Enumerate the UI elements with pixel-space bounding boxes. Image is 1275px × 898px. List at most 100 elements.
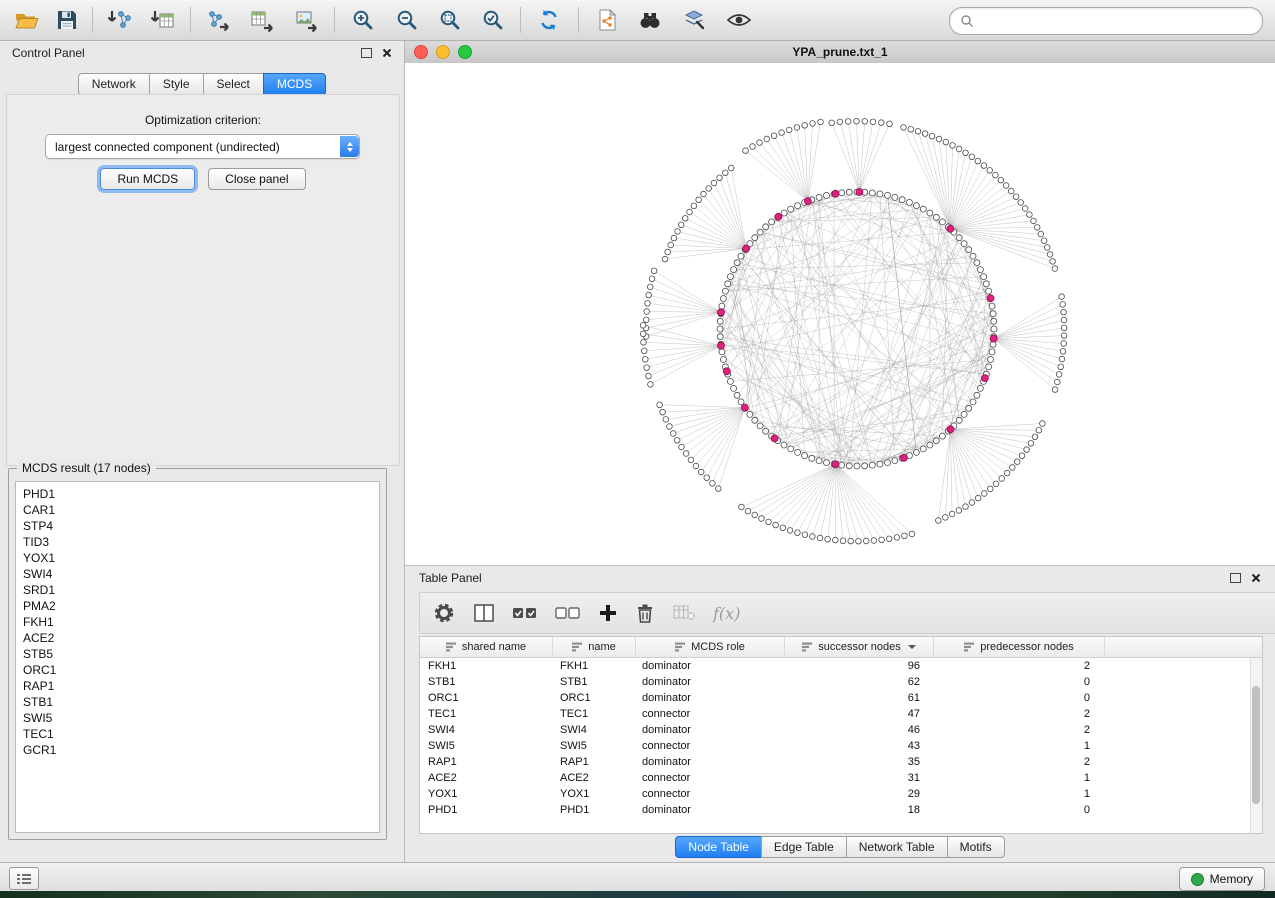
desktop-background bbox=[0, 891, 1275, 898]
tab-motifs[interactable]: Motifs bbox=[947, 836, 1005, 858]
open-folder-icon bbox=[14, 9, 40, 31]
column-header-mcds-role[interactable]: MCDS role bbox=[636, 637, 785, 657]
list-icon bbox=[16, 873, 32, 885]
table-row[interactable]: ORC1ORC1dominator610 bbox=[420, 690, 1262, 706]
delete-row-button[interactable] bbox=[635, 602, 655, 624]
show-columns-button[interactable] bbox=[473, 603, 495, 623]
close-panel-icon[interactable] bbox=[1251, 573, 1261, 583]
import-table-icon bbox=[150, 8, 176, 32]
search-network-button[interactable] bbox=[631, 4, 669, 36]
table-row[interactable]: RAP1RAP1dominator352 bbox=[420, 754, 1262, 770]
optimization-criterion-dropdown[interactable]: largest connected component (undirected) bbox=[45, 134, 360, 159]
mcds-result-item[interactable]: PMA2 bbox=[16, 598, 379, 614]
table-row[interactable]: STB1STB1dominator620 bbox=[420, 674, 1262, 690]
zoom-out-button[interactable] bbox=[388, 4, 426, 36]
tab-select[interactable]: Select bbox=[203, 73, 264, 96]
mcds-result-item[interactable]: STB1 bbox=[16, 694, 379, 710]
open-file-button[interactable] bbox=[8, 4, 46, 36]
deselect-all-button[interactable] bbox=[555, 604, 581, 622]
mcds-result-item[interactable]: SRD1 bbox=[16, 582, 379, 598]
refresh-button[interactable] bbox=[530, 4, 568, 36]
table-scrollbar[interactable] bbox=[1250, 658, 1262, 833]
mcds-result-item[interactable]: SWI4 bbox=[16, 566, 379, 582]
share-network-document-button[interactable] bbox=[588, 4, 626, 36]
tab-mcds[interactable]: MCDS bbox=[263, 73, 326, 96]
zoom-fit-button[interactable] bbox=[431, 4, 469, 36]
filter-edit-button[interactable] bbox=[676, 4, 714, 36]
mcds-result-item[interactable]: GCR1 bbox=[16, 742, 379, 758]
clear-table-button[interactable] bbox=[672, 603, 696, 623]
export-table-button[interactable] bbox=[244, 4, 282, 36]
mcds-result-item[interactable]: STB5 bbox=[16, 646, 379, 662]
function-builder-button[interactable]: f(x) bbox=[713, 604, 740, 623]
mcds-result-item[interactable]: RAP1 bbox=[16, 678, 379, 694]
table-toolbar: f(x) bbox=[419, 592, 1275, 634]
tab-edge-table[interactable]: Edge Table bbox=[761, 836, 847, 858]
table-cell: 96 bbox=[782, 658, 930, 674]
clear-table-icon bbox=[672, 603, 696, 623]
column-header-predecessor-nodes[interactable]: predecessor nodes bbox=[934, 637, 1105, 657]
mcds-result-item[interactable]: TID3 bbox=[16, 534, 379, 550]
mcds-result-item[interactable]: TEC1 bbox=[16, 726, 379, 742]
mcds-result-item[interactable]: YOX1 bbox=[16, 550, 379, 566]
chevron-down-icon[interactable] bbox=[908, 645, 916, 649]
tab-node-table[interactable]: Node Table bbox=[675, 836, 762, 858]
zoom-selected-button[interactable] bbox=[474, 4, 512, 36]
global-search[interactable] bbox=[949, 7, 1263, 35]
mcds-result-item[interactable]: CAR1 bbox=[16, 502, 379, 518]
toolbar-separator bbox=[92, 7, 93, 33]
control-panel-title: Control Panel bbox=[12, 46, 85, 60]
column-header-label: name bbox=[588, 641, 616, 653]
zoom-in-button[interactable] bbox=[344, 4, 382, 36]
tab-network-table[interactable]: Network Table bbox=[846, 836, 948, 858]
table-settings-button[interactable] bbox=[432, 601, 456, 625]
network-canvas[interactable] bbox=[405, 63, 1275, 565]
dropdown-stepper-icon[interactable] bbox=[340, 136, 359, 157]
table-row[interactable]: PHD1PHD1dominator180 bbox=[420, 802, 1262, 818]
table-cell: SWI4 bbox=[420, 722, 552, 738]
close-panel-button[interactable]: Close panel bbox=[208, 168, 305, 190]
gear-icon bbox=[432, 601, 456, 625]
mcds-result-item[interactable]: ORC1 bbox=[16, 662, 379, 678]
table-row[interactable]: SWI4SWI4dominator462 bbox=[420, 722, 1262, 738]
table-cell: dominator bbox=[634, 674, 782, 690]
zoom-selected-icon bbox=[481, 8, 505, 32]
table-cell: 35 bbox=[782, 754, 930, 770]
export-network-button[interactable] bbox=[200, 4, 238, 36]
show-hide-graphics-button[interactable] bbox=[720, 4, 758, 36]
sort-icon bbox=[675, 642, 686, 652]
import-table-button[interactable] bbox=[144, 4, 182, 36]
network-graph[interactable] bbox=[405, 63, 1275, 565]
mcds-result-item[interactable]: SWI5 bbox=[16, 710, 379, 726]
search-input[interactable] bbox=[980, 13, 1252, 29]
mcds-result-item[interactable]: STP4 bbox=[16, 518, 379, 534]
table-row[interactable]: SWI5SWI5connector431 bbox=[420, 738, 1262, 754]
table-row[interactable]: TEC1TEC1connector472 bbox=[420, 706, 1262, 722]
select-all-button[interactable] bbox=[512, 604, 538, 622]
column-header-successor-nodes[interactable]: successor nodes bbox=[785, 637, 934, 657]
memory-button[interactable]: Memory bbox=[1179, 867, 1265, 891]
mcds-result-item[interactable]: ACE2 bbox=[16, 630, 379, 646]
export-image-button[interactable] bbox=[288, 4, 326, 36]
add-row-button[interactable] bbox=[598, 603, 618, 623]
network-window-titlebar[interactable]: YPA_prune.txt_1 bbox=[405, 41, 1275, 64]
table-row[interactable]: YOX1YOX1connector291 bbox=[420, 786, 1262, 802]
import-network-button[interactable] bbox=[100, 4, 138, 36]
mcds-result-item[interactable]: PHD1 bbox=[16, 486, 379, 502]
tab-style[interactable]: Style bbox=[149, 73, 204, 96]
close-panel-icon[interactable] bbox=[382, 48, 392, 58]
column-header-name[interactable]: name bbox=[553, 637, 636, 657]
save-session-button[interactable] bbox=[48, 4, 86, 36]
zoom-in-icon bbox=[351, 8, 375, 32]
float-panel-icon[interactable] bbox=[361, 48, 372, 58]
float-panel-icon[interactable] bbox=[1230, 573, 1241, 583]
table-row[interactable]: ACE2ACE2connector311 bbox=[420, 770, 1262, 786]
mcds-result-item[interactable]: FKH1 bbox=[16, 614, 379, 630]
show-panels-button[interactable] bbox=[9, 867, 39, 890]
tab-network[interactable]: Network bbox=[78, 73, 150, 96]
run-mcds-button[interactable]: Run MCDS bbox=[100, 168, 195, 190]
table-row[interactable]: FKH1FKH1dominator962 bbox=[420, 658, 1262, 674]
mcds-result-list[interactable]: PHD1CAR1STP4TID3YOX1SWI4SRD1PMA2FKH1ACE2… bbox=[15, 481, 380, 833]
scrollbar-thumb[interactable] bbox=[1252, 686, 1260, 804]
column-header-shared-name[interactable]: shared name bbox=[420, 637, 553, 657]
